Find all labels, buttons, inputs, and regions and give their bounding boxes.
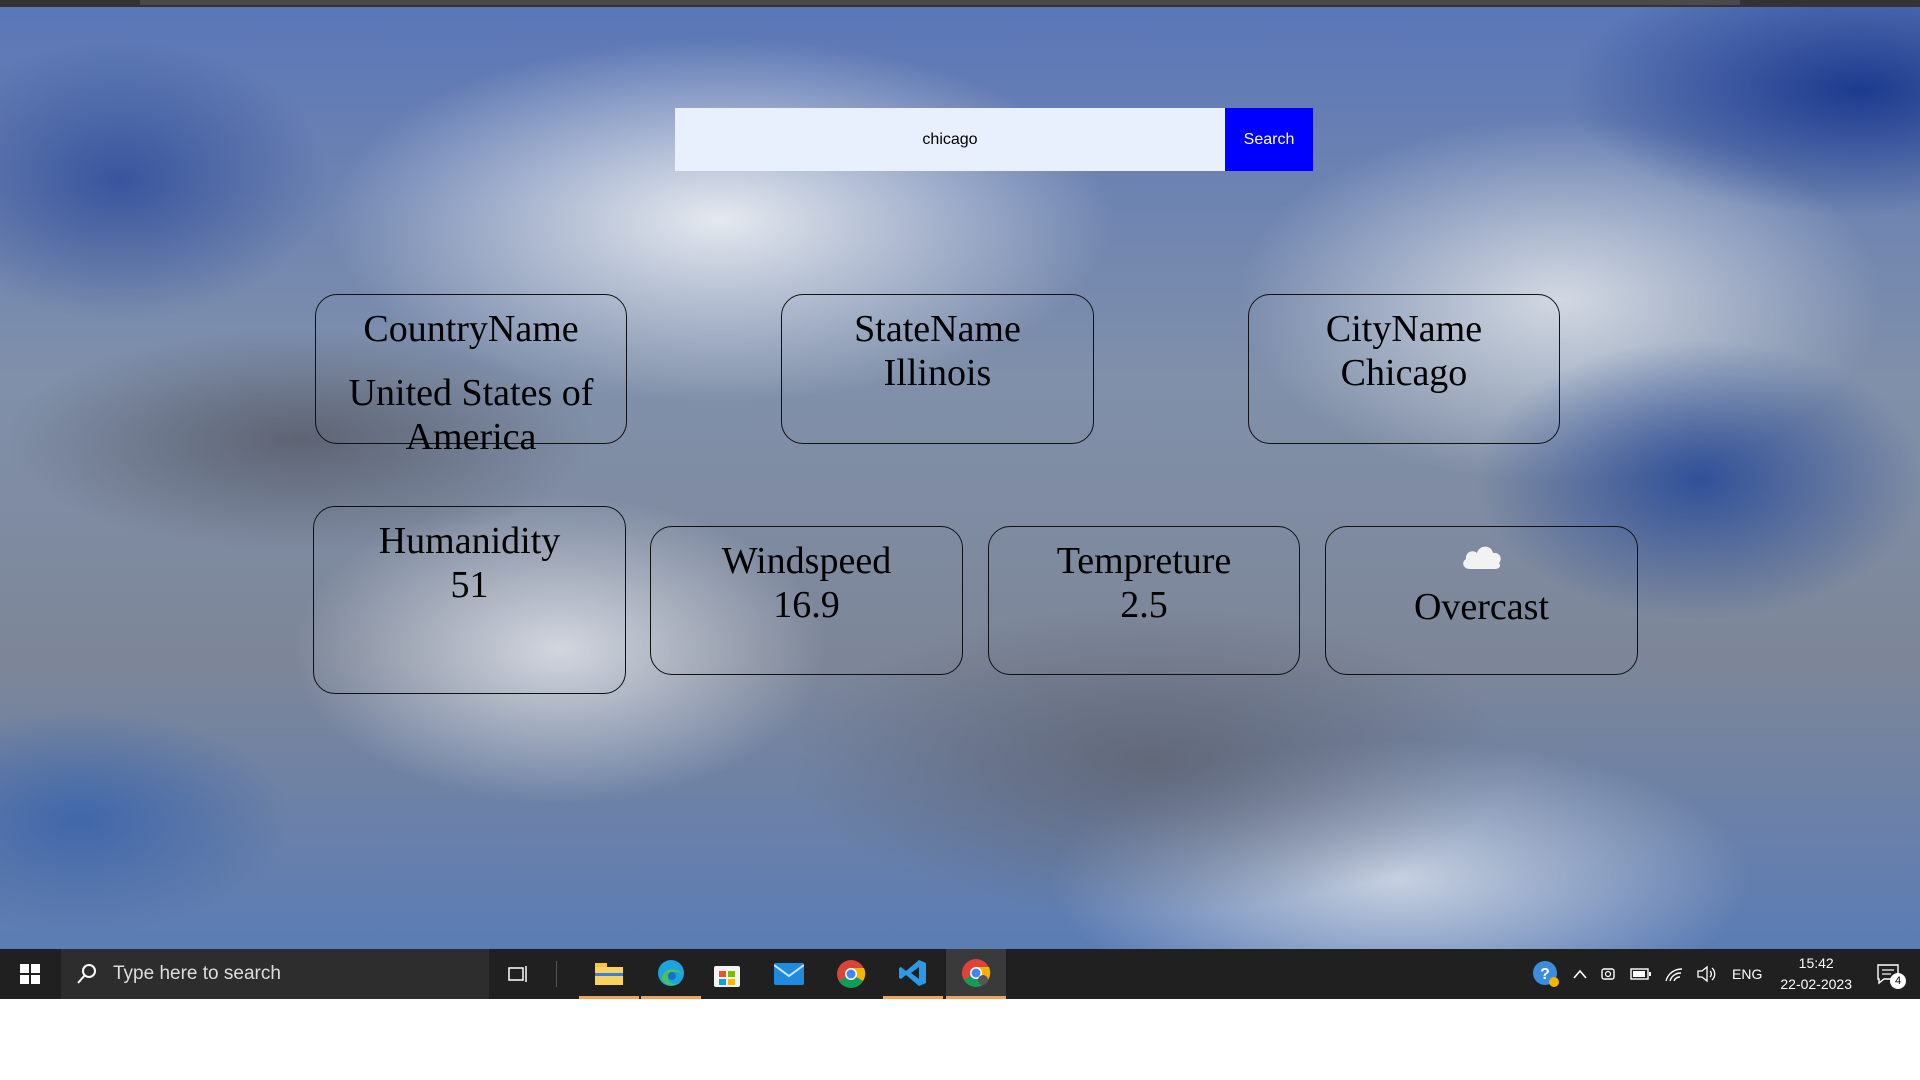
svg-text:?: ?: [1540, 966, 1550, 983]
mail-icon: [774, 963, 804, 985]
state-label: StateName: [854, 308, 1021, 350]
speaker-icon: [1697, 965, 1716, 983]
humidity-label: Humanidity: [378, 520, 561, 562]
wifi-icon: [1665, 968, 1683, 982]
network-button[interactable]: [1664, 965, 1684, 983]
chrome-profile-icon: [962, 958, 991, 987]
country-value: United States of America: [348, 372, 594, 458]
store-icon: [714, 966, 740, 987]
input-language-indicator[interactable]: ENG: [1732, 966, 1762, 982]
file-explorer-button[interactable]: [579, 949, 639, 999]
condition-value: Overcast: [1413, 586, 1550, 628]
city-value: Chicago: [1340, 352, 1468, 394]
edge-icon: [658, 959, 684, 986]
clock[interactable]: 15:42 22-02-2023: [1780, 953, 1852, 995]
system-tray: ? ENG 15:42 22-02-2023 4: [1526, 949, 1920, 999]
start-button[interactable]: [0, 949, 60, 999]
help-button[interactable]: ?: [1532, 960, 1560, 988]
battery-icon: [1630, 968, 1652, 980]
taskbar-search-placeholder: Type here to search: [113, 963, 281, 984]
vscode-button[interactable]: [883, 949, 943, 999]
chevron-up-icon: [1573, 969, 1587, 979]
vscode-icon: [899, 959, 926, 986]
country-label: CountryName: [363, 308, 579, 350]
browser-top-edge: [0, 0, 1920, 7]
taskbar-search-box[interactable]: Type here to search: [61, 949, 489, 999]
store-button[interactable]: [697, 949, 757, 999]
edge-button[interactable]: [641, 949, 701, 999]
file-explorer-icon: [595, 962, 623, 985]
notification-center-button[interactable]: 4: [1876, 963, 1906, 989]
city-label: CityName: [1325, 308, 1483, 350]
task-view-button[interactable]: [494, 949, 544, 999]
chrome-button[interactable]: [821, 949, 881, 999]
country-card: CountryName United States of America: [315, 294, 627, 458]
humidity-card: Humanidity 51: [313, 506, 626, 694]
temperature-label: Tempreture: [1056, 540, 1232, 582]
taskbar-divider: [556, 961, 557, 987]
volume-button[interactable]: [1696, 965, 1716, 983]
help-icon: ?: [1533, 961, 1560, 987]
windows-logo-icon: [20, 964, 40, 984]
windspeed-label: Windspeed: [721, 540, 892, 582]
mail-button[interactable]: [759, 949, 819, 999]
temperature-card: Tempreture 2.5: [988, 526, 1300, 675]
search-button[interactable]: Search: [1225, 108, 1313, 171]
search-icon: [77, 964, 96, 984]
cloud-icon: [1462, 546, 1501, 569]
city-search-input[interactable]: [675, 108, 1225, 171]
state-card: StateName Illinois: [781, 294, 1094, 444]
taskbar: Type here to search ? ENG 15:42 22-02-20…: [0, 949, 1920, 999]
chrome-profile-button[interactable]: [946, 949, 1006, 999]
temperature-value: 2.5: [1120, 584, 1168, 626]
state-value: Illinois: [883, 352, 992, 394]
windspeed-value: 16.9: [773, 584, 840, 626]
clock-date: 22-02-2023: [1780, 976, 1852, 992]
windspeed-card: Windspeed 16.9: [650, 526, 963, 675]
notification-count-badge: 4: [1890, 973, 1906, 989]
chrome-icon: [837, 960, 866, 988]
battery-button[interactable]: [1630, 968, 1652, 980]
city-card: CityName Chicago: [1248, 294, 1560, 444]
humidity-value: 51: [450, 564, 489, 606]
show-hidden-icons-button[interactable]: [1572, 968, 1588, 980]
condition-card: Overcast: [1325, 526, 1638, 675]
camera-icon: [1601, 968, 1615, 980]
meet-now-button[interactable]: [1600, 966, 1618, 982]
task-view-icon: [508, 966, 527, 982]
clock-time: 15:42: [1798, 955, 1834, 971]
